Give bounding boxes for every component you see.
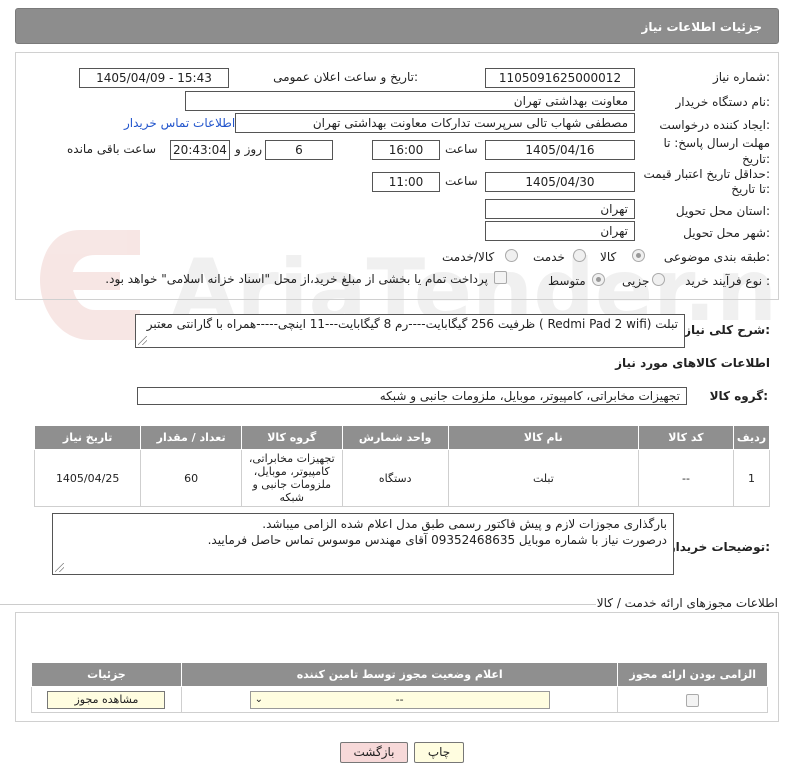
license-required-cell	[617, 686, 768, 713]
license-table-header: الزامی بودن ارائه مجوز اعلام وضعیت مجوز …	[31, 662, 768, 687]
col-license-details: جزئیات	[31, 662, 182, 687]
buyer-notes-line-1: بارگذاری مجوزات لازم و پیش فاکتور رسمی ط…	[262, 517, 667, 531]
description-text: تبلت (Redmi Pad 2 wifi ) ظرفیت 256 گیگاب…	[146, 317, 678, 331]
deadline-date-field: 1405/04/16	[485, 140, 635, 160]
remaining-label: ساعت باقی مانده	[67, 142, 157, 156]
goods-table: ردیف کد کالا نام کالا واحد شمارش گروه کا…	[33, 425, 771, 507]
process-option-medium: متوسط	[548, 274, 586, 288]
chevron-down-icon: ⌄	[254, 693, 264, 705]
validity-time-field: 11:00	[372, 172, 440, 192]
cell-unit: دستگاه	[341, 449, 449, 507]
license-status-select[interactable]: -- ⌄	[249, 690, 550, 709]
category-option-goods: کالا	[600, 250, 617, 264]
validity-hour-label: ساعت	[445, 174, 478, 188]
col-row: ردیف	[732, 425, 771, 450]
col-group: گروه کالا	[240, 425, 343, 450]
contact-buyer-link[interactable]: اطلاعات تماس خریدار	[124, 116, 235, 130]
process-radio-medium[interactable]	[592, 273, 605, 286]
validity-date-field: 1405/04/30	[485, 172, 635, 192]
deadline-label-1: مهلت ارسال پاسخ: تا	[663, 136, 770, 150]
validity-label-2: تا تاریخ:	[731, 182, 770, 196]
license-status-value: --	[395, 692, 404, 706]
treasury-payment-text: پرداخت تمام یا بخشی از مبلغ خرید،از محل …	[105, 272, 488, 286]
buyer-field: معاونت بهداشتی تهران	[185, 91, 635, 111]
col-need-date: تاریخ نیاز	[33, 425, 142, 450]
col-license-required: الزامی بودن ارائه مجوز	[617, 662, 768, 687]
license-section-title: اطلاعات مجوزهای ارائه خدمت / کالا	[596, 596, 778, 610]
goods-group-field: تجهیزات مخابراتی، کامپیوتر، موبایل، ملزو…	[137, 387, 687, 405]
col-unit: واحد شمارش	[341, 425, 449, 450]
resize-grip-icon[interactable]	[55, 563, 64, 572]
days-field: 6	[265, 140, 333, 160]
cell-row: 1	[732, 449, 771, 507]
category-option-goods-service: کالا/خدمت	[442, 250, 495, 264]
city-field: تهران	[485, 221, 635, 241]
col-quantity: تعداد / مقدار	[140, 425, 242, 450]
license-required-checkbox	[686, 693, 700, 707]
table-row: -- ⌄ مشاهده مجوز	[31, 686, 768, 713]
city-label: شهر محل تحویل:	[683, 226, 770, 240]
deadline-label-2: تاریخ:	[742, 152, 770, 166]
need-number-field: 1105091625000012	[485, 68, 635, 88]
goods-group-label: گروه کالا:	[709, 389, 768, 403]
process-radio-minor[interactable]	[652, 273, 665, 286]
license-status-cell: -- ⌄	[180, 686, 619, 713]
need-number-label: شماره نیاز:	[712, 70, 770, 84]
category-option-service: خدمت	[533, 250, 565, 264]
print-button[interactable]: چاپ	[414, 742, 464, 763]
view-license-button[interactable]: مشاهده مجوز	[47, 690, 166, 709]
announce-label: تاریخ و ساعت اعلان عمومی:	[273, 70, 418, 84]
category-radio-goods-service[interactable]	[505, 249, 518, 262]
buyer-label: نام دستگاه خریدار:	[675, 95, 771, 109]
deadline-time-field: 16:00	[372, 140, 440, 160]
province-label: استان محل تحویل:	[675, 204, 770, 218]
remaining-time-field: 20:43:04	[170, 140, 230, 160]
page-title: جزئیات اطلاعات نیاز	[641, 20, 762, 34]
category-radio-service[interactable]	[573, 249, 586, 262]
announce-field: 1405/04/09 - 15:43	[79, 68, 229, 88]
col-license-status: اعلام وضعیت مجوز توسط تامین کننده	[180, 662, 619, 687]
page-header: جزئیات اطلاعات نیاز	[15, 8, 779, 44]
description-textarea: تبلت (Redmi Pad 2 wifi ) ظرفیت 256 گیگاب…	[135, 314, 685, 348]
cell-quantity: 60	[140, 449, 242, 507]
cell-code: --	[637, 449, 734, 507]
province-field: تهران	[485, 199, 635, 219]
category-radio-goods[interactable]	[632, 249, 645, 262]
creator-label: ایجاد کننده درخواست:	[659, 118, 770, 132]
goods-section-title: اطلاعات کالاهای مورد نیاز	[615, 356, 770, 370]
cell-need-date: 1405/04/25	[33, 449, 142, 507]
days-label: روز و	[235, 142, 262, 156]
deadline-hour-label: ساعت	[445, 142, 478, 156]
col-name: نام کالا	[447, 425, 639, 450]
cell-name: تبلت	[447, 449, 639, 507]
license-table: الزامی بودن ارائه مجوز اعلام وضعیت مجوز …	[31, 662, 768, 713]
resize-grip-icon[interactable]	[138, 336, 147, 345]
validity-label-1: حداقل تاریخ اعتبار قیمت:	[643, 167, 770, 181]
license-details-cell: مشاهده مجوز	[31, 686, 182, 713]
process-label: نوع فرآیند خرید :	[685, 274, 770, 288]
treasury-checkbox[interactable]	[494, 271, 507, 284]
buyer-notes-line-2: درصورت نیاز با شماره موبایل 09352468635 …	[207, 533, 667, 547]
description-label: شرح کلی نیاز:	[684, 323, 770, 337]
section-divider	[0, 604, 596, 605]
creator-field: مصطفی شهاب تالی سرپرست تدارکات معاونت به…	[235, 113, 635, 133]
cell-group: تجهیزات مخابراتی، کامپیوتر، موبایل، ملزو…	[240, 449, 343, 507]
back-button[interactable]: بازگشت	[340, 742, 408, 763]
table-row: 1 -- تبلت دستگاه تجهیزات مخابراتی، کامپی…	[33, 449, 771, 507]
buyer-notes-label: توضیحات خریدار:	[668, 540, 770, 554]
col-code: کد کالا	[637, 425, 734, 450]
goods-table-header: ردیف کد کالا نام کالا واحد شمارش گروه کا…	[33, 425, 771, 450]
process-option-minor: جزیی	[622, 274, 650, 288]
category-label: طبقه بندی موضوعی:	[663, 250, 770, 264]
buyer-notes-textarea: بارگذاری مجوزات لازم و پیش فاکتور رسمی ط…	[52, 513, 674, 575]
